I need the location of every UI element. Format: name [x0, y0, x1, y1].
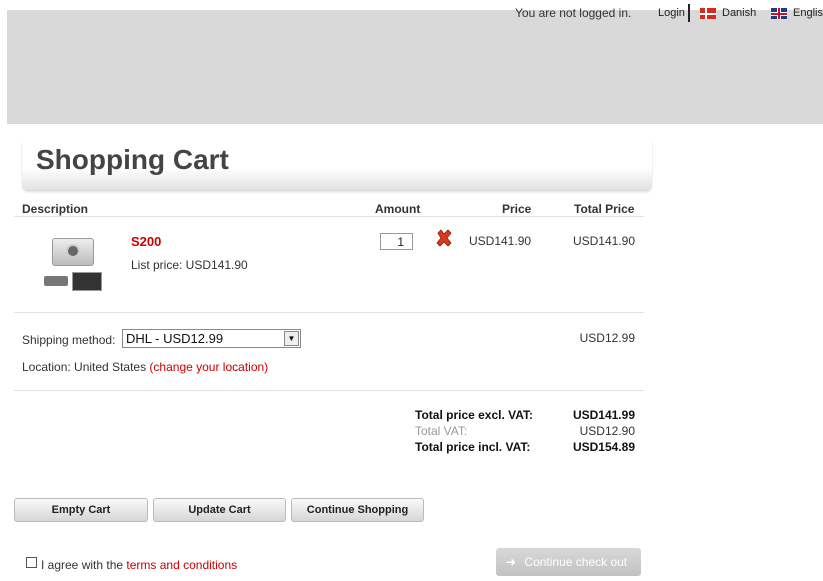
total-excl-vat-value: USD141.99	[572, 408, 635, 422]
header-divider-line	[14, 216, 644, 217]
item-price: USD141.90	[469, 234, 532, 248]
denmark-flag-icon[interactable]	[700, 8, 716, 19]
product-list-price: List price: USD141.90	[131, 258, 248, 272]
login-status: You are not logged in.	[515, 6, 632, 20]
shipping-method-label: Shipping method:	[22, 333, 116, 347]
page-title: Shopping Cart	[36, 144, 229, 175]
empty-cart-button[interactable]: Empty Cart	[14, 498, 148, 522]
total-vat-label: Total VAT:	[415, 424, 468, 438]
product-image-back	[72, 272, 102, 291]
terms-link[interactable]: terms and conditions	[126, 558, 237, 572]
total-incl-vat-value: USD154.89	[572, 440, 635, 454]
total-incl-vat-label: Total price incl. VAT:	[415, 440, 531, 454]
change-location-link[interactable]: (change your location)	[149, 360, 268, 374]
login-link[interactable]: Login	[658, 7, 685, 19]
item-total-price: USD141.90	[572, 234, 635, 248]
shipping-price: USD12.99	[579, 331, 635, 345]
total-vat-value: USD12.90	[579, 424, 635, 438]
continue-shopping-button[interactable]: Continue Shopping	[291, 498, 424, 522]
shipping-method-select[interactable]: DHL - USD12.99 ▼	[122, 329, 301, 348]
quantity-input[interactable]	[380, 233, 413, 250]
agree-terms-label: I agree with the terms and conditions	[41, 558, 238, 572]
header-divider	[688, 4, 690, 22]
continue-checkout-label: Continue check out	[524, 555, 628, 569]
shipping-method-value: DHL - USD12.99	[126, 331, 224, 346]
uk-flag-icon[interactable]	[771, 8, 787, 19]
total-excl-vat-label: Total price excl. VAT:	[415, 408, 534, 422]
continue-checkout-button[interactable]: ➜ Continue check out	[496, 548, 641, 576]
chevron-down-icon[interactable]: ▼	[284, 331, 299, 346]
shipping-divider-line	[14, 390, 644, 391]
terms-checkbox[interactable]	[26, 557, 37, 568]
update-cart-button[interactable]: Update Cart	[153, 498, 286, 522]
column-header-total: Total Price	[574, 202, 635, 216]
language-danish[interactable]: Danish	[722, 7, 756, 19]
product-name-link[interactable]: S200	[131, 234, 161, 249]
item-divider-line	[14, 312, 644, 313]
location-text: Location: United States (change your loc…	[22, 360, 269, 374]
language-english[interactable]: English	[793, 7, 823, 19]
product-image[interactable]	[52, 238, 94, 266]
column-header-price: Price	[502, 202, 532, 216]
header-bar	[7, 10, 823, 124]
column-header-description: Description	[22, 202, 89, 216]
product-image-side	[44, 276, 68, 286]
column-header-amount: Amount	[375, 202, 421, 216]
remove-item-icon[interactable]	[436, 229, 452, 247]
arrow-right-icon: ➜	[506, 555, 517, 569]
